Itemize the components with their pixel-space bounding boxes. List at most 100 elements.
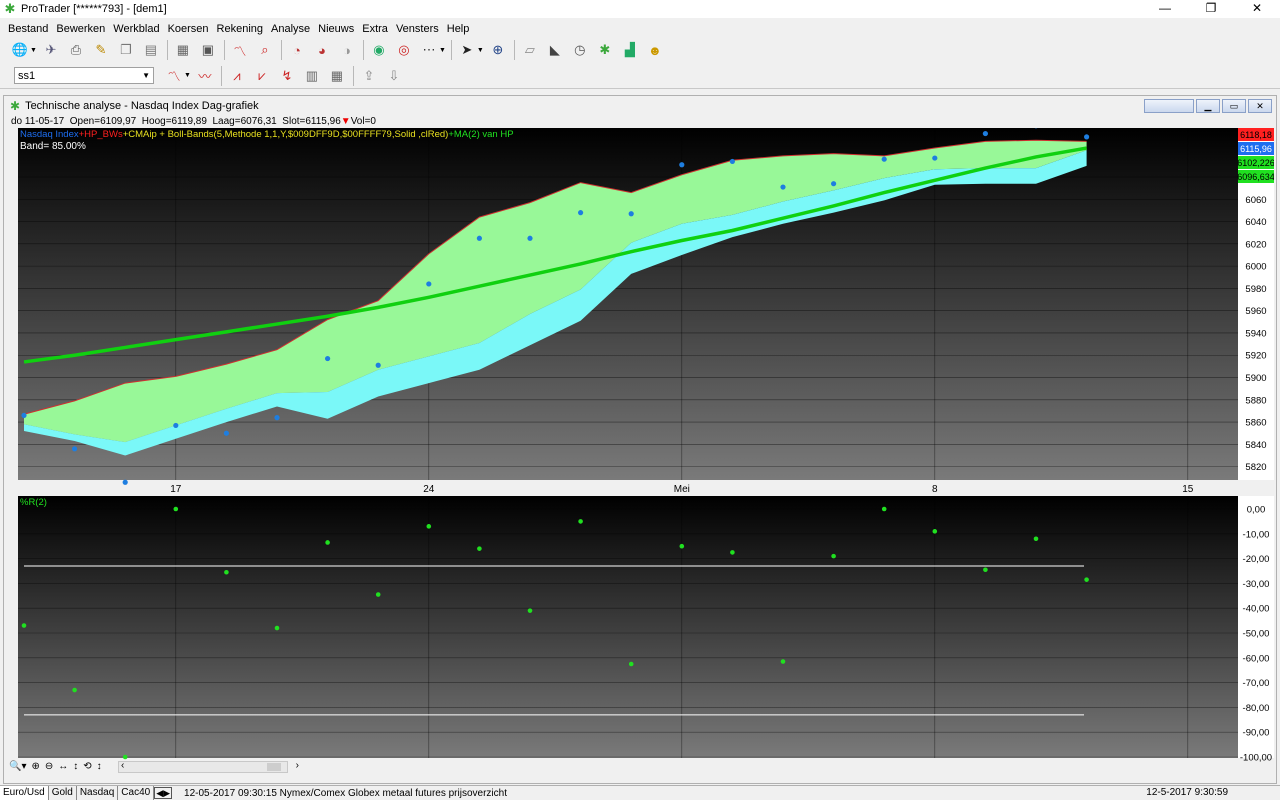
indicator-chart-icon[interactable]: 〽: [164, 66, 184, 86]
chart-search-icon[interactable]: ⌕: [255, 40, 275, 60]
percent-r-point: [426, 524, 432, 529]
chart-area[interactable]: 6080606060406020600059805960594059205900…: [18, 123, 1275, 768]
dropdown-arrow-icon[interactable]: ▼: [439, 47, 446, 54]
toolbar-separator: [362, 40, 364, 60]
chart-scrollbar[interactable]: ‹ ›: [118, 760, 299, 773]
document-title: Technische analyse - Nasdaq Index Dag-gr…: [25, 100, 259, 112]
dropdown-arrow-icon[interactable]: ▼: [30, 47, 37, 54]
document-title-bar: ✱ Technische analyse - Nasdaq Index Dag-…: [4, 96, 1276, 116]
menu-analyse[interactable]: Analyse: [271, 23, 310, 35]
maximize-button[interactable]: ❐: [1188, 0, 1234, 18]
fit-horizontal-icon[interactable]: ↔: [58, 761, 68, 772]
legend-nasdaq: Nasdaq Index: [20, 129, 79, 140]
notebook-icon[interactable]: ▦: [173, 40, 193, 60]
price-point: [122, 479, 128, 485]
window-icon[interactable]: ▤: [141, 40, 161, 60]
date-tick-label: 15: [1182, 484, 1194, 495]
zoom-chart-icon[interactable]: ◉: [369, 40, 389, 60]
doc-minimize-button[interactable]: ▁: [1196, 99, 1220, 113]
menu-bewerken[interactable]: Bewerken: [56, 23, 105, 35]
menu-vensters[interactable]: Vensters: [396, 23, 439, 35]
menu-extra[interactable]: Extra: [362, 23, 388, 35]
line-chart-icon[interactable]: 〰: [195, 66, 215, 86]
toolbar-separator: [223, 40, 225, 60]
export-icon[interactable]: ⇩: [384, 66, 404, 86]
price-tick-label: 6040: [1245, 217, 1266, 228]
zoom-in-icon[interactable]: ⊕: [31, 761, 39, 772]
sheet-select[interactable]: ss1 ▼: [14, 67, 154, 84]
screen-analysis-icon[interactable]: ▣: [198, 40, 218, 60]
doc-close-button[interactable]: ✕: [1248, 99, 1272, 113]
connect-globe-icon[interactable]: 🌐: [10, 40, 30, 60]
price-point: [476, 235, 482, 241]
dropdown-arrow-icon[interactable]: ▼: [477, 47, 484, 54]
gauge-settings-icon[interactable]: ◕: [312, 40, 332, 60]
percent-r-point: [21, 623, 27, 628]
percent-r-tick-label: -80,00: [1243, 703, 1270, 714]
tab-nasdaq[interactable]: Nasdaq: [77, 786, 119, 800]
import-icon[interactable]: ⇪: [359, 66, 379, 86]
percent-r-point: [881, 506, 887, 512]
scroll-left-icon[interactable]: ‹: [121, 760, 124, 771]
menu-koersen[interactable]: Koersen: [168, 23, 209, 35]
percent-r-point: [932, 529, 938, 534]
documents-icon[interactable]: ❐: [116, 40, 136, 60]
alert-chart-icon[interactable]: ◎: [394, 40, 414, 60]
close-button[interactable]: ✕: [1234, 0, 1280, 18]
status-clock: 12-5-2017 9:30:59: [1146, 787, 1228, 798]
percent-r-tick-label: -30,00: [1243, 579, 1270, 590]
gauge-disabled-icon[interactable]: ◑: [337, 40, 357, 60]
linked-nodes-icon[interactable]: ⋯: [419, 40, 439, 60]
clock-check-icon[interactable]: ◷: [570, 40, 590, 60]
study-edit-icon[interactable]: ⩗: [252, 66, 272, 86]
study-remove-icon[interactable]: ↯: [277, 66, 297, 86]
dropdown-arrow-icon[interactable]: ▼: [184, 72, 191, 79]
help-bulb-icon[interactable]: ☻: [645, 40, 665, 60]
percent-r-point: [527, 608, 533, 613]
news-ticker[interactable]: 12-05-2017 09:30:15 Nymex/Comex Globex m…: [184, 788, 507, 799]
gauge-icon[interactable]: ◔: [287, 40, 307, 60]
satellite-icon[interactable]: ✈: [41, 40, 61, 60]
menu-rekening[interactable]: Rekening: [217, 23, 263, 35]
percent-r-point: [780, 659, 786, 664]
cursor-icon[interactable]: ➤: [457, 40, 477, 60]
scroll-right-icon[interactable]: ›: [296, 760, 299, 771]
ruler-icon[interactable]: ◣: [545, 40, 565, 60]
menu-bestand[interactable]: Bestand: [8, 23, 48, 35]
calendar-icon[interactable]: ▥: [302, 66, 322, 86]
price-tick-label: 6020: [1245, 239, 1266, 250]
tab-cac40[interactable]: Cac40: [118, 786, 155, 800]
percent-r-point: [173, 506, 179, 512]
reset-icon[interactable]: ⟲: [83, 761, 91, 772]
scrollbar-thumb[interactable]: [267, 763, 281, 771]
sheet-select-value: ss1: [18, 69, 36, 82]
down-arrow-icon: ▼: [340, 116, 351, 127]
eraser-icon[interactable]: ▱: [520, 40, 540, 60]
signal-bars-icon[interactable]: ▟: [620, 40, 640, 60]
price-point: [527, 235, 533, 241]
grid-icon[interactable]: ▦: [327, 66, 347, 86]
doc-restore-button[interactable]: ▭: [1222, 99, 1246, 113]
zoom-dropdown-icon[interactable]: 🔍▾: [9, 761, 26, 772]
chart-svg[interactable]: 6080606060406020600059805960594059205900…: [18, 123, 1275, 768]
leaf-icon[interactable]: ✱: [595, 40, 615, 60]
study-add-icon[interactable]: ⩘: [227, 66, 247, 86]
quote-vol: Vol=0: [350, 116, 376, 127]
zoom-out-icon[interactable]: ⊖: [45, 761, 53, 772]
tab-euro-usd[interactable]: Euro/Usd: [0, 786, 49, 800]
doc-extra-button[interactable]: [1144, 99, 1194, 113]
menu-werkblad[interactable]: Werkblad: [113, 23, 159, 35]
menu-help[interactable]: Help: [447, 23, 470, 35]
fit-vertical-icon[interactable]: ↕: [73, 761, 78, 772]
scale-icon[interactable]: ↕: [97, 761, 102, 772]
edit-note-icon[interactable]: ✎: [91, 40, 111, 60]
chart-wizard-icon[interactable]: 〽: [230, 40, 250, 60]
printer-icon[interactable]: ⎙: [66, 40, 86, 60]
chart-toolbar: ss1 ▼ 〽 ▼ 〰 ⩘ ⩗ ↯ ▥ ▦ ⇪ ⇩: [0, 63, 1280, 89]
tab-nav-arrows[interactable]: ◀▶: [154, 787, 173, 799]
tab-gold[interactable]: Gold: [49, 786, 77, 800]
menu-nieuws[interactable]: Nieuws: [318, 23, 354, 35]
add-globe-icon[interactable]: ⊕: [488, 40, 508, 60]
minimize-button[interactable]: —: [1142, 0, 1188, 18]
percent-r-point: [578, 519, 583, 524]
